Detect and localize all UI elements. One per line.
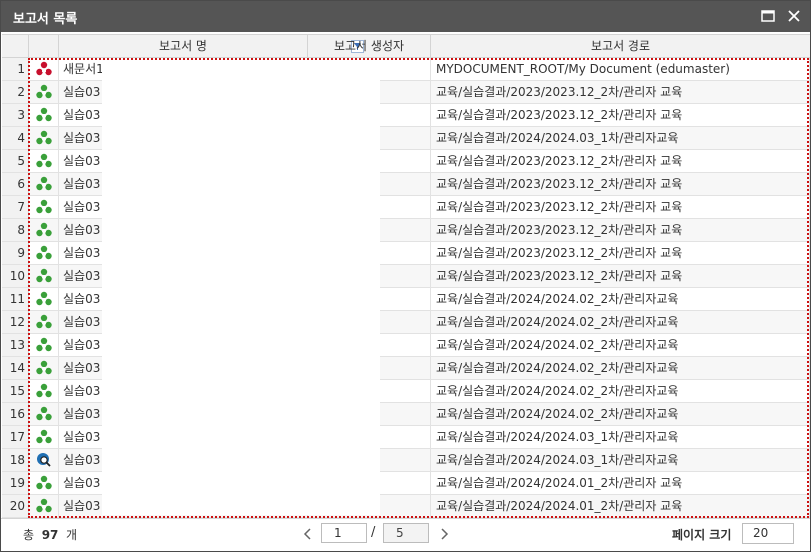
total-number: 97 <box>41 528 59 542</box>
maximize-icon[interactable] <box>759 7 777 25</box>
window-title: 보고서 목록 <box>13 12 78 27</box>
row-number: 4 <box>2 127 29 149</box>
report-red-icon <box>29 58 59 80</box>
report-path-cell: 교육/실습결과/2024/2024.02_2차/관리자교육 <box>431 380 810 402</box>
report-green-icon <box>29 311 59 333</box>
close-icon[interactable] <box>785 7 803 25</box>
report-green-icon <box>29 380 59 402</box>
header-rownum <box>2 35 29 58</box>
report-blue-search-icon <box>29 449 59 471</box>
row-number: 5 <box>2 150 29 172</box>
report-path-cell: MYDOCUMENT_ROOT/My Document (edumaster) <box>431 58 810 80</box>
row-number: 6 <box>2 173 29 195</box>
column-header-creator[interactable]: 보고서 생성자 <box>308 35 431 58</box>
report-path-cell: 교육/실습결과/2024/2024.03_1차/관리자교육 <box>431 449 810 471</box>
report-green-icon <box>29 173 59 195</box>
current-page-input[interactable]: 1 <box>321 523 367 543</box>
report-path-cell: 교육/실습결과/2023/2023.12_2차/관리자 교육 <box>431 173 810 195</box>
report-green-icon <box>29 81 59 103</box>
row-number: 1 <box>2 58 29 80</box>
report-path-cell: 교육/실습결과/2024/2024.02_2차/관리자교육 <box>431 403 810 425</box>
title-bar[interactable]: 보고서 목록 <box>1 1 810 32</box>
row-number: 14 <box>2 357 29 379</box>
report-path-cell: 교육/실습결과/2024/2024.02_2차/관리자교육 <box>431 357 810 379</box>
report-green-icon <box>29 150 59 172</box>
report-green-icon <box>29 426 59 448</box>
row-number: 7 <box>2 196 29 218</box>
row-number: 2 <box>2 81 29 103</box>
chevron-left-icon[interactable] <box>301 526 315 542</box>
redacted-area <box>102 59 380 515</box>
report-green-icon <box>29 495 59 517</box>
page-size-input[interactable]: 20 <box>742 523 794 544</box>
report-green-icon <box>29 334 59 356</box>
row-number: 3 <box>2 104 29 126</box>
page-size-label: 페이지 크기 <box>672 528 732 542</box>
chevron-right-icon[interactable] <box>437 526 451 542</box>
total-suffix: 개 <box>66 528 78 542</box>
total-count: 총 97 개 <box>23 526 77 543</box>
row-number: 20 <box>2 495 29 517</box>
column-header-path[interactable]: 보고서 경로 <box>431 35 810 58</box>
row-number: 17 <box>2 426 29 448</box>
row-number: 13 <box>2 334 29 356</box>
report-green-icon <box>29 265 59 287</box>
total-prefix: 총 <box>23 528 35 542</box>
report-path-cell: 교육/실습결과/2024/2024.01_2차/관리자 교육 <box>431 472 810 494</box>
report-path-cell: 교육/실습결과/2024/2024.01_2차/관리자 교육 <box>431 495 810 517</box>
report-green-icon <box>29 288 59 310</box>
row-number: 19 <box>2 472 29 494</box>
row-number: 11 <box>2 288 29 310</box>
grid-header: 보고서 명 보고서 생성자 보고서 경로 <box>2 34 810 58</box>
row-number: 15 <box>2 380 29 402</box>
report-path-cell: 교육/실습결과/2024/2024.02_2차/관리자교육 <box>431 334 810 356</box>
report-green-icon <box>29 127 59 149</box>
row-number: 8 <box>2 219 29 241</box>
column-header-name-label: 보고서 명 <box>159 39 207 53</box>
report-path-cell: 교육/실습결과/2024/2024.02_2차/관리자교육 <box>431 288 810 310</box>
report-green-icon <box>29 242 59 264</box>
report-green-icon <box>29 403 59 425</box>
report-green-icon <box>29 104 59 126</box>
row-number: 12 <box>2 311 29 333</box>
row-number: 10 <box>2 265 29 287</box>
report-path-cell: 교육/실습결과/2024/2024.02_2차/관리자교육 <box>431 311 810 333</box>
report-path-cell: 교육/실습결과/2023/2023.12_2차/관리자 교육 <box>431 150 810 172</box>
grid-footer: 총 97 개 1 / 5 페이지 크기 20 <box>1 518 810 551</box>
row-number: 9 <box>2 242 29 264</box>
total-pages: 5 <box>383 523 429 543</box>
report-path-cell: 교육/실습결과/2023/2023.12_2차/관리자 교육 <box>431 265 810 287</box>
report-path-cell: 교육/실습결과/2023/2023.12_2차/관리자 교육 <box>431 81 810 103</box>
report-green-icon <box>29 196 59 218</box>
report-path-cell: 교육/실습결과/2023/2023.12_2차/관리자 교육 <box>431 242 810 264</box>
column-header-name[interactable]: 보고서 명 <box>59 35 364 58</box>
report-path-cell: 교육/실습결과/2023/2023.12_2차/관리자 교육 <box>431 219 810 241</box>
report-path-cell: 교육/실습결과/2023/2023.12_2차/관리자 교육 <box>431 196 810 218</box>
report-green-icon <box>29 357 59 379</box>
report-green-icon <box>29 472 59 494</box>
report-path-cell: 교육/실습결과/2023/2023.12_2차/관리자 교육 <box>431 104 810 126</box>
report-green-icon <box>29 219 59 241</box>
row-number: 18 <box>2 449 29 471</box>
header-icon <box>29 35 59 58</box>
report-list-window: 보고서 목록 보고서 명 보고서 생성자 보고서 경로 1새문서1edumast… <box>0 0 811 552</box>
page-separator: / <box>371 525 376 540</box>
report-path-cell: 교육/실습결과/2024/2024.03_1차/관리자교육 <box>431 426 810 448</box>
row-number: 16 <box>2 403 29 425</box>
report-path-cell: 교육/실습결과/2024/2024.03_1차/관리자교육 <box>431 127 810 149</box>
